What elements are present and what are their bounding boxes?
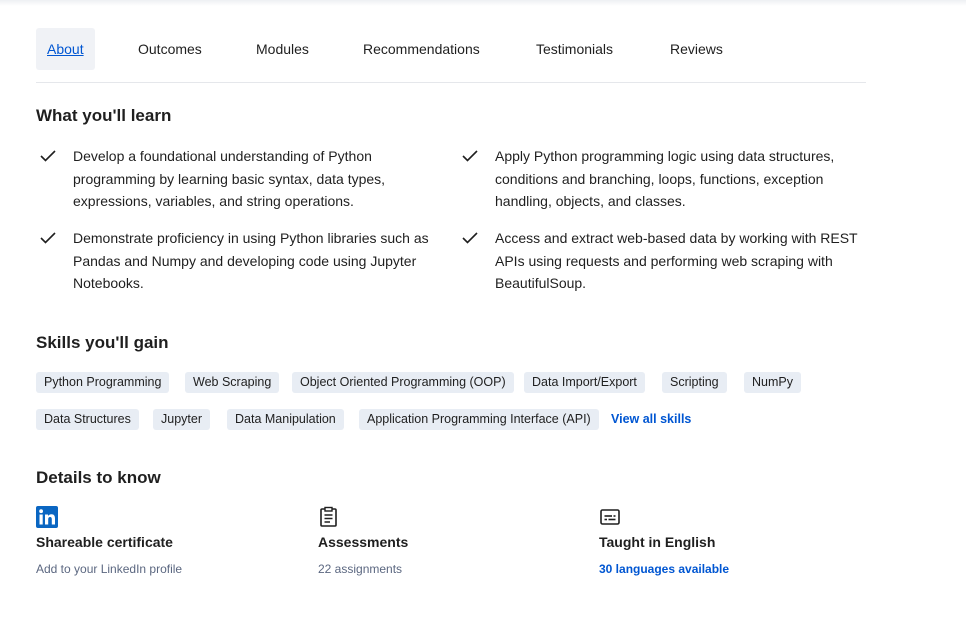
checkmark-icon [462, 232, 478, 244]
learn-heading: What you'll learn [36, 106, 172, 125]
skill-chip[interactable]: Data Structures [36, 409, 139, 430]
tab-modules[interactable]: Modules [256, 28, 309, 70]
clipboard-icon [320, 506, 337, 527]
checkmark-icon [462, 150, 478, 162]
tab-reviews[interactable]: Reviews [670, 28, 723, 70]
detail-subtitle: Add to your LinkedIn profile [36, 562, 183, 576]
skill-chip[interactable]: NumPy [744, 372, 801, 393]
header-shadow [0, 0, 966, 6]
skill-chip[interactable]: Python Programming [36, 372, 170, 393]
linkedin-icon [36, 506, 58, 528]
view-all-skills-link[interactable]: View all skills [611, 409, 691, 430]
detail-title: Assessments [318, 534, 409, 550]
learn-item-text: Develop a foundational understanding of … [73, 148, 386, 209]
tab-recommendations[interactable]: Recommendations [363, 28, 480, 70]
skill-chip[interactable]: Jupyter [153, 409, 210, 430]
learn-item-text: Apply Python programming logic using dat… [495, 148, 835, 209]
learn-item-text: Access and extract web-based data by wor… [495, 230, 858, 291]
skill-chip[interactable]: Application Programming Interface (API) [359, 409, 599, 430]
details-heading: Details to know [36, 468, 161, 487]
skill-chip[interactable]: Object Oriented Programming (OOP) [292, 372, 514, 393]
detail-title: Taught in English [599, 534, 716, 550]
skill-chip[interactable]: Scripting [662, 372, 727, 393]
captions-icon [600, 509, 620, 525]
skill-chip[interactable]: Data Manipulation [227, 409, 344, 430]
skills-heading: Skills you'll gain [36, 333, 169, 352]
tab-testimonials[interactable]: Testimonials [536, 28, 613, 70]
checkmark-icon [40, 232, 56, 244]
checkmark-icon [40, 150, 56, 162]
learn-item-text: Demonstrate proficiency in using Python … [73, 230, 429, 291]
skill-chip[interactable]: Data Import/Export [524, 372, 645, 393]
detail-subtitle: 22 assignments [318, 562, 403, 576]
tab-bar: About Outcomes Modules Recommendations T… [36, 28, 866, 83]
tab-outcomes[interactable]: Outcomes [138, 28, 202, 70]
detail-title: Shareable certificate [36, 534, 173, 550]
tab-about[interactable]: About [36, 28, 95, 70]
languages-available-link[interactable]: 30 languages available [599, 562, 729, 576]
skill-chip[interactable]: Web Scraping [185, 372, 280, 393]
